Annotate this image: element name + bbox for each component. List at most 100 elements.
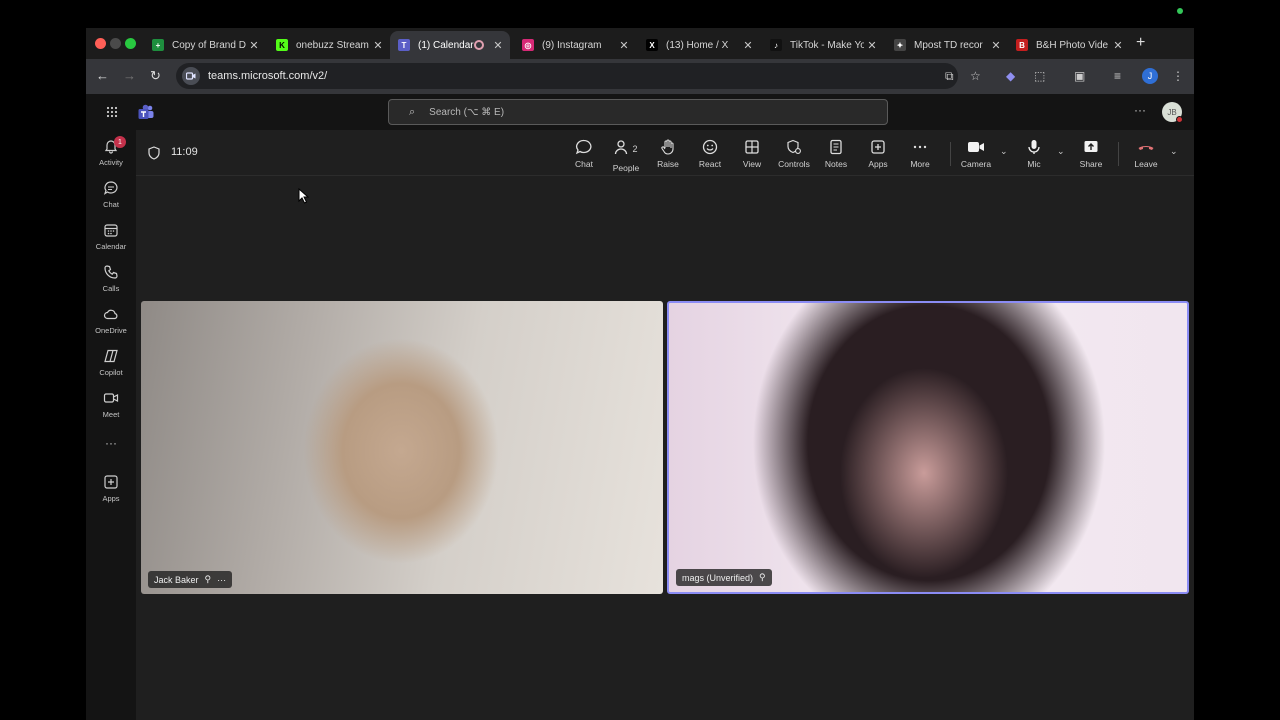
close-window-button[interactable] (95, 38, 106, 49)
rail-label: Calls (102, 284, 120, 293)
apps-button[interactable]: Apps (858, 139, 898, 169)
bookmark-star-icon[interactable]: ☆ (970, 69, 981, 83)
close-tab-icon[interactable]: ✕ (988, 39, 1004, 52)
maximize-window-button[interactable] (125, 38, 136, 49)
search-input[interactable]: ⌕ Search (⌥ ⌘ E) (388, 99, 888, 125)
share-button[interactable]: Share (1071, 139, 1111, 169)
mic-options-chevron-icon[interactable]: ⌄ (1057, 146, 1065, 157)
close-tab-icon[interactable]: ✕ (616, 39, 632, 52)
address-bar[interactable]: teams.microsoft.com/v2/ (176, 63, 958, 89)
share-screen-icon (1084, 141, 1098, 152)
tile-more-icon[interactable]: ··· (217, 575, 226, 585)
site-info-icon[interactable] (182, 67, 200, 85)
forward-icon[interactable]: → (123, 68, 136, 83)
media-control-icon[interactable]: ≡ (1114, 69, 1121, 83)
participant-nametag: mags (Unverified) ⚲ (676, 569, 772, 586)
plus-box-icon (871, 140, 885, 154)
new-tab-button[interactable]: + (1136, 34, 1145, 52)
smile-icon (702, 139, 718, 155)
rail-item-copilot[interactable]: Copilot (86, 348, 136, 377)
rail-item-meet[interactable]: Meet (86, 390, 136, 419)
mic-button[interactable]: Mic (1014, 139, 1054, 169)
chat-icon (575, 139, 592, 155)
more-options-icon[interactable]: ··· (1134, 103, 1146, 117)
browser-tab[interactable]: B B&H Photo Vide ✕ (1008, 31, 1130, 59)
rail-more-icon[interactable]: ··· (86, 436, 136, 450)
minimize-window-button[interactable] (110, 38, 121, 49)
browser-tab[interactable]: X (13) Home / X ✕ (638, 31, 760, 59)
browser-menu-icon[interactable]: ⋮ (1172, 69, 1184, 83)
side-panel-icon[interactable]: ▣ (1074, 69, 1085, 83)
react-button[interactable]: React (690, 139, 730, 169)
participant-name: Jack Baker (154, 574, 199, 585)
control-label: Chat (575, 159, 593, 169)
browser-tab[interactable]: ◎ (9) Instagram ✕ (514, 31, 636, 59)
rail-item-apps[interactable]: Apps (86, 474, 136, 503)
chat-icon (103, 181, 118, 195)
hang-up-icon (1138, 145, 1154, 150)
tiktok-icon: ♪ (770, 39, 782, 51)
people-button[interactable]: 2 People (606, 139, 646, 173)
app-rail: Activity 1 Chat Calendar Calls OneDrive … (86, 130, 136, 720)
presence-status (1176, 116, 1183, 123)
more-button[interactable]: More (900, 139, 940, 169)
tab-title: TikTok - Make Yo (790, 39, 864, 51)
close-tab-icon[interactable]: ✕ (1110, 39, 1126, 52)
browser-tab[interactable]: + Copy of Brand D ✕ (144, 31, 266, 59)
controls-button[interactable]: Controls (774, 139, 814, 169)
rail-item-onedrive[interactable]: OneDrive (86, 306, 136, 335)
bh-icon: B (1016, 39, 1028, 51)
app-launcher-icon[interactable] (106, 106, 118, 118)
view-button[interactable]: View (732, 139, 772, 169)
microphone-icon (1028, 140, 1040, 154)
control-label: Controls (778, 159, 810, 169)
control-label: Camera (960, 159, 992, 169)
leave-options-chevron-icon[interactable]: ⌄ (1170, 146, 1178, 157)
reload-icon[interactable]: ↻ (150, 68, 161, 84)
camera-icon (968, 142, 984, 152)
close-tab-icon[interactable]: ✕ (490, 39, 506, 52)
control-label: Apps (868, 159, 888, 169)
raise-hand-button[interactable]: Raise (648, 139, 688, 169)
back-icon[interactable]: ← (96, 68, 109, 83)
openai-icon: ✦ (894, 39, 906, 51)
rail-item-calendar[interactable]: Calendar (86, 222, 136, 251)
system-status-dot (1177, 8, 1183, 14)
close-tab-icon[interactable]: ✕ (370, 39, 386, 52)
browser-tab[interactable]: ♪ TikTok - Make Yo ✕ (762, 31, 884, 59)
install-app-icon[interactable]: ⧉ (945, 69, 954, 84)
pin-icon[interactable]: ⚲ (759, 572, 766, 583)
video-icon (103, 393, 119, 403)
participant-video-tile[interactable]: Jack Baker ⚲ ··· (141, 301, 663, 594)
close-tab-icon[interactable]: ✕ (740, 39, 756, 52)
chat-button[interactable]: Chat (564, 139, 604, 169)
close-tab-icon[interactable]: ✕ (864, 39, 880, 52)
rail-label: Calendar (95, 242, 127, 251)
calendar-icon (104, 224, 118, 237)
rail-item-chat[interactable]: Chat (86, 180, 136, 209)
browser-tab[interactable]: K onebuzz Stream ✕ (268, 31, 390, 59)
notes-icon (830, 139, 842, 155)
rail-item-activity[interactable]: Activity 1 (86, 136, 136, 167)
control-label: Share (1079, 159, 1103, 169)
people-count: 2 (632, 144, 638, 154)
camera-options-chevron-icon[interactable]: ⌄ (1000, 146, 1008, 157)
extension-icon[interactable]: ◆ (1006, 69, 1015, 83)
notes-button[interactable]: Notes (816, 139, 856, 169)
rail-label: Apps (102, 494, 120, 503)
browser-tab-active[interactable]: T (1) Calendar ✕ (390, 31, 510, 59)
participant-name: mags (Unverified) (682, 572, 754, 583)
control-label: Leave (1134, 159, 1158, 169)
browser-tab[interactable]: ✦ Mpost TD recor ✕ (886, 31, 1008, 59)
pin-icon[interactable]: ⚲ (205, 574, 212, 585)
leave-button[interactable]: Leave (1126, 139, 1166, 169)
copilot-icon (104, 349, 118, 363)
profile-avatar[interactable]: J (1142, 68, 1158, 84)
extensions-puzzle-icon[interactable]: ⬚ (1034, 69, 1045, 83)
participant-video-tile-speaking[interactable]: mags (Unverified) ⚲ (667, 301, 1189, 594)
tab-title: Copy of Brand D (172, 39, 246, 51)
tab-title: (9) Instagram (542, 39, 602, 51)
rail-item-calls[interactable]: Calls (86, 264, 136, 293)
camera-button[interactable]: Camera (956, 139, 996, 169)
close-tab-icon[interactable]: ✕ (246, 39, 262, 52)
